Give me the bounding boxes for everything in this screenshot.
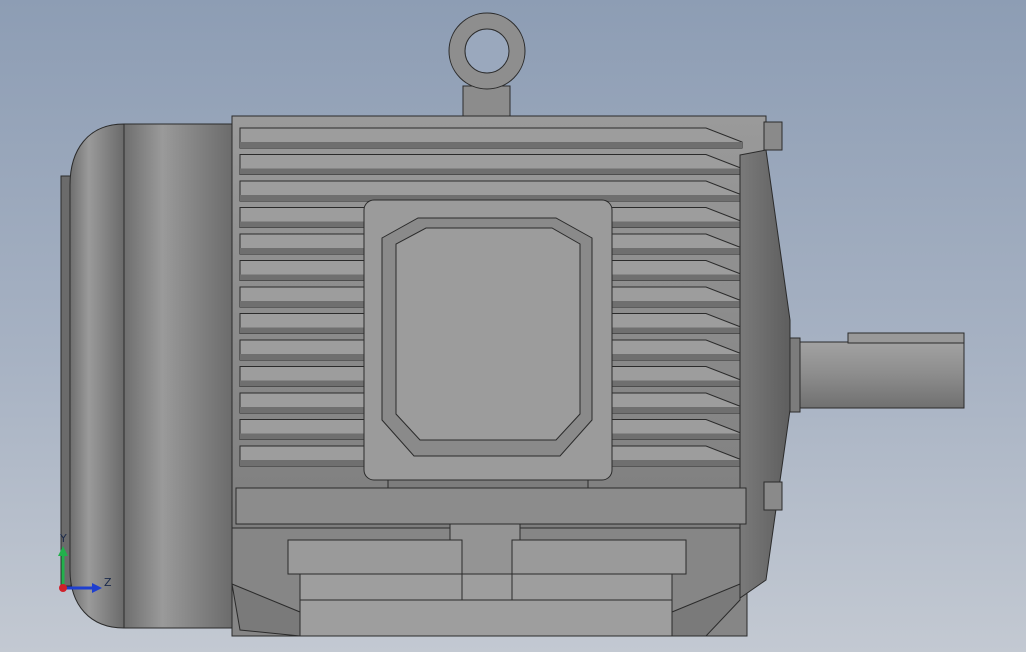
cooling-fin xyxy=(239,154,743,175)
output-shaft xyxy=(789,332,965,413)
lifting-eye xyxy=(448,12,526,117)
rear-end-shield xyxy=(60,123,235,629)
mounting-feet xyxy=(231,487,747,637)
motor-model[interactable] xyxy=(0,0,1026,652)
terminal-box xyxy=(363,199,613,496)
cad-viewport[interactable]: Y Z xyxy=(0,0,1026,652)
cooling-fin xyxy=(239,180,743,202)
front-end-shield xyxy=(739,121,791,599)
cooling-fin xyxy=(239,127,743,149)
z-axis-label: Z xyxy=(104,576,112,589)
x-axis-origin xyxy=(59,584,67,592)
y-axis-label: Y xyxy=(60,532,67,545)
